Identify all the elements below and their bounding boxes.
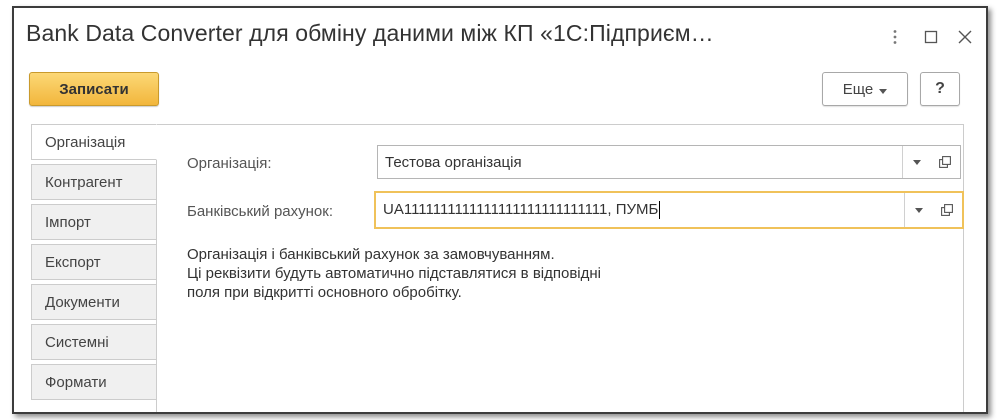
hint-text: Організація і банківський рахунок за зам… [187, 245, 601, 302]
tab-counterparty[interactable]: Контрагент [31, 164, 157, 200]
chevron-down-icon [879, 81, 888, 98]
dropdown-arrow-icon[interactable] [904, 193, 932, 227]
help-button[interactable]: ? [920, 72, 960, 106]
organization-value: Тестова організація [385, 153, 522, 171]
close-icon[interactable] [954, 26, 976, 48]
more-button[interactable]: Еще [822, 72, 908, 106]
tab-organization[interactable]: Організація [31, 124, 157, 160]
text-caret [659, 201, 661, 220]
tab-label: Формати [45, 373, 107, 391]
bank-account-field[interactable]: UA1111111111111111111111111111, ПУМБ [374, 191, 964, 229]
title-bar: Bank Data Converter для обміну даними мі… [14, 8, 986, 66]
maximize-icon[interactable] [920, 26, 942, 48]
hint-line: Організація і банківський рахунок за зам… [187, 246, 555, 263]
bank-account-label: Банківський рахунок: [187, 203, 334, 220]
tab-documents[interactable]: Документи [31, 284, 157, 320]
organization-field[interactable]: Тестова організація [377, 145, 961, 179]
more-button-label: Еще [842, 80, 874, 98]
tab-panel-organization: Організація: Тестова організація Банківс… [156, 124, 964, 412]
tab-import[interactable]: Імпорт [31, 204, 157, 240]
dialog-window: Bank Data Converter для обміну даними мі… [12, 6, 988, 414]
tabs-container: Організація Контрагент Імпорт Експорт До… [31, 124, 971, 412]
save-button[interactable]: Записати [29, 72, 159, 106]
tab-label: Контрагент [45, 173, 123, 191]
tab-label: Документи [45, 293, 120, 311]
open-link-icon[interactable] [932, 193, 962, 227]
tab-label: Системні [45, 333, 109, 351]
bank-account-value: UA1111111111111111111111111111, ПУМБ [383, 200, 661, 220]
dropdown-arrow-icon[interactable] [902, 146, 930, 178]
command-bar: Записати Еще ? [14, 70, 986, 110]
tab-label: Експорт [45, 253, 101, 271]
tab-label: Організація [45, 133, 126, 151]
open-link-icon[interactable] [930, 146, 960, 178]
more-vertical-icon[interactable] [884, 26, 906, 48]
organization-label: Організація: [187, 155, 272, 172]
tab-export[interactable]: Експорт [31, 244, 157, 280]
tab-formats[interactable]: Формати [31, 364, 157, 400]
tab-system[interactable]: Системні [31, 324, 157, 360]
window-title: Bank Data Converter для обміну даними мі… [26, 20, 714, 46]
hint-line: поля при відкритті основного обробітку. [187, 284, 462, 301]
hint-line: Ці реквізити будуть автоматично підставл… [187, 265, 602, 282]
tab-label: Імпорт [45, 213, 91, 231]
